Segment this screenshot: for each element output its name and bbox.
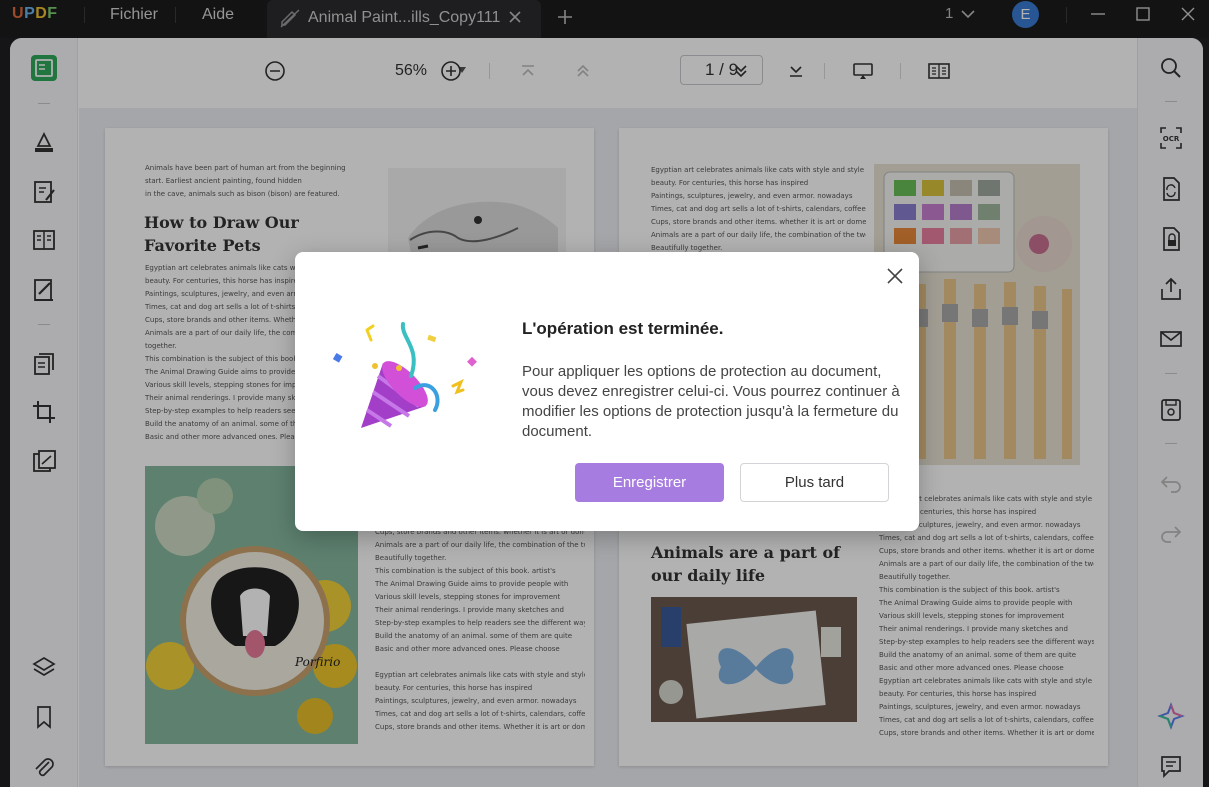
later-button[interactable]: Plus tard bbox=[740, 463, 889, 502]
dialog-title: L'opération est terminée. bbox=[522, 319, 724, 338]
dialog-message: Pour appliquer les options de protection… bbox=[522, 363, 900, 440]
party-popper-icon bbox=[332, 322, 477, 428]
close-icon[interactable] bbox=[885, 266, 905, 286]
save-prompt-dialog: L'opération est terminée. Pour appliquer… bbox=[295, 252, 919, 531]
save-button[interactable]: Enregistrer bbox=[575, 463, 724, 502]
